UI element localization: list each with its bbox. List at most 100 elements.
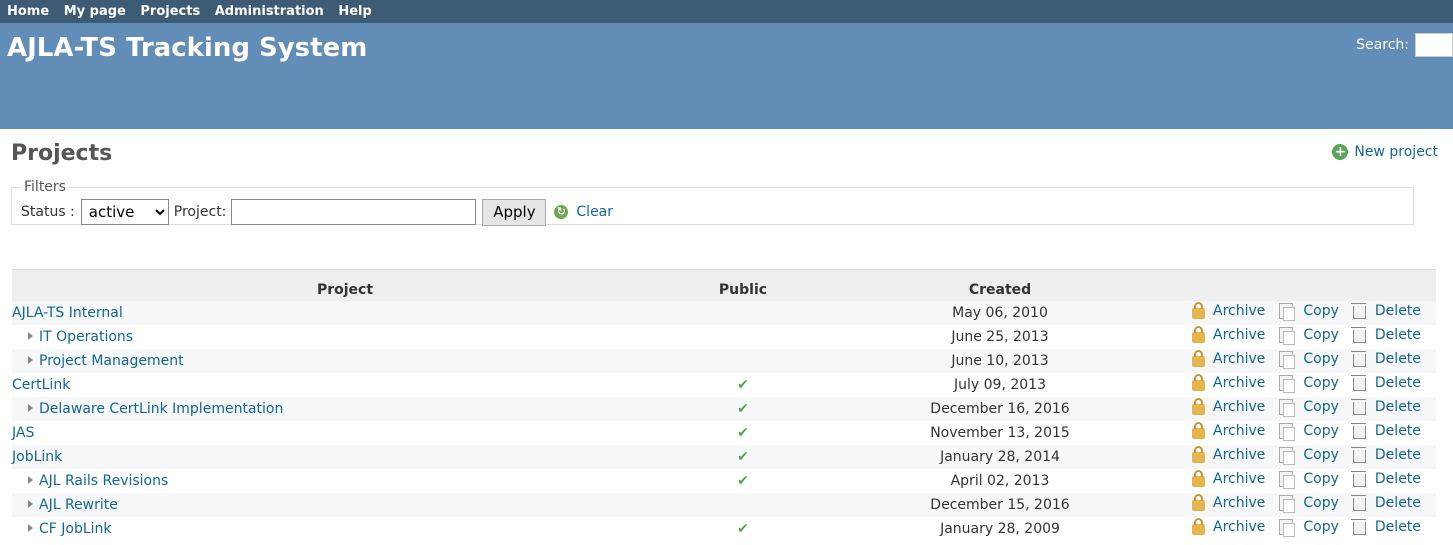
delete-label: Delete [1374,423,1421,439]
copy-label: Copy [1303,471,1339,487]
copy-button[interactable]: Copy [1279,423,1339,441]
search-input[interactable] [1415,33,1453,57]
project-link[interactable]: IT Operations [39,329,133,345]
archive-button[interactable]: Archive [1192,398,1265,415]
created-cell: June 10, 2013 [951,353,1049,369]
apply-button[interactable]: Apply [482,198,547,226]
project-cell: Project Management [12,349,678,373]
clear-link[interactable]: ↻ Clear [554,204,613,220]
menu-projects[interactable]: Projects [140,4,200,19]
project-link[interactable]: AJL Rails Revisions [39,473,168,489]
project-link[interactable]: AJLA-TS Internal [12,305,123,321]
delete-button[interactable]: Delete [1350,423,1421,439]
table-header-row: Project Public Created [12,269,1436,301]
copy-label: Copy [1303,495,1339,511]
archive-button[interactable]: Archive [1192,350,1265,367]
delete-button[interactable]: Delete [1350,327,1421,343]
copy-button[interactable]: Copy [1279,471,1339,489]
archive-button[interactable]: Archive [1192,518,1266,535]
project-link[interactable]: JAS [12,425,34,441]
project-cell: IT Operations [12,325,678,349]
actions-cell: Archive Copy Delete [1192,493,1436,517]
archive-label: Archive [1213,423,1266,439]
expand-triangle-icon[interactable] [28,404,33,412]
copy-button[interactable]: Copy [1279,303,1339,321]
delete-button[interactable]: Delete [1350,351,1421,367]
copy-button[interactable]: Copy [1279,495,1339,513]
project-filter-input[interactable] [231,199,477,225]
menu-home[interactable]: Home [7,4,49,19]
delete-button[interactable]: Delete [1350,495,1421,511]
copy-button[interactable]: Copy [1279,327,1339,345]
expand-triangle-icon[interactable] [28,332,33,340]
archive-button[interactable]: Archive [1192,422,1266,439]
actions-cell: Archive Copy Delete [1192,325,1436,349]
expand-triangle-icon[interactable] [28,500,33,508]
archive-button[interactable]: Archive [1192,374,1265,391]
project-link[interactable]: Delaware CertLink Implementation [39,401,283,417]
project-cell: Delaware CertLink Implementation [12,397,678,421]
project-link[interactable]: JobLink [12,449,62,465]
expand-triangle-icon[interactable] [28,356,33,364]
header-created[interactable]: Created [808,269,1192,301]
project-link[interactable]: AJL Rewrite [39,497,118,513]
delete-label: Delete [1374,495,1421,511]
copy-button[interactable]: Copy [1279,375,1339,393]
delete-button[interactable]: Delete [1350,303,1421,319]
copy-label: Copy [1303,519,1339,535]
public-cell: ✔ [678,517,808,541]
delete-button[interactable]: Delete [1350,399,1421,415]
created-cell: January 28, 2014 [940,449,1060,465]
status-select[interactable]: active [80,199,169,225]
project-link[interactable]: CertLink [12,377,70,393]
copy-icon [1279,351,1296,369]
actions-cell: Archive Copy Delete [1192,445,1436,469]
new-project-link[interactable]: + New project [1332,144,1438,160]
delete-button[interactable]: Delete [1350,447,1421,463]
menu-help[interactable]: Help [338,4,371,19]
copy-icon [1279,327,1296,345]
lock-icon [1192,326,1205,343]
project-cell: AJL Rails Revisions [12,469,678,493]
delete-button[interactable]: Delete [1350,375,1421,391]
menu-my-page[interactable]: My page [64,4,126,19]
delete-button[interactable]: Delete [1350,471,1421,487]
table-row: IT Operations June 25, 2013 Archive Copy Del… [12,325,1436,349]
expand-triangle-icon[interactable] [28,524,33,532]
trash-icon [1350,351,1366,367]
actions-cell: Archive Copy Delete [1192,421,1436,445]
header-public[interactable]: Public [678,269,808,301]
archive-button[interactable]: Archive [1192,470,1265,487]
archive-button[interactable]: Archive [1192,446,1265,463]
lock-icon [1192,422,1205,439]
copy-button[interactable]: Copy [1279,447,1339,465]
delete-label: Delete [1374,303,1421,319]
copy-button[interactable]: Copy [1279,351,1339,369]
copy-button[interactable]: Copy [1279,399,1339,417]
archive-button[interactable]: Archive [1192,326,1265,343]
lock-icon [1192,518,1205,535]
copy-button[interactable]: Copy [1279,519,1339,537]
public-cell [678,301,808,325]
table-row: Project Management June 10, 2013 Archive Co… [12,349,1436,373]
archive-label: Archive [1213,519,1266,535]
actions-cell: Archive Copy Delete [1192,301,1436,325]
archive-button[interactable]: Archive [1192,494,1265,511]
project-link[interactable]: Project Management [39,353,184,369]
trash-icon [1350,303,1366,319]
project-link[interactable]: CF JobLink [39,521,112,537]
public-cell [678,325,808,349]
header-project[interactable]: Project [12,269,678,301]
archive-button[interactable]: Archive [1192,302,1265,319]
project-cell: JAS [12,421,678,445]
delete-button[interactable]: Delete [1350,519,1421,535]
created-cell: June 25, 2013 [951,329,1049,345]
trash-icon [1350,447,1366,463]
expand-triangle-icon[interactable] [28,476,33,484]
copy-icon [1279,471,1296,489]
delete-label: Delete [1374,399,1421,415]
actions-cell: Archive Copy Delete [1192,517,1436,541]
table-row: AJLA-TS Internal May 06, 2010 Archive Copy D… [12,301,1436,325]
menu-administration[interactable]: Administration [215,4,324,19]
public-cell [678,349,808,373]
